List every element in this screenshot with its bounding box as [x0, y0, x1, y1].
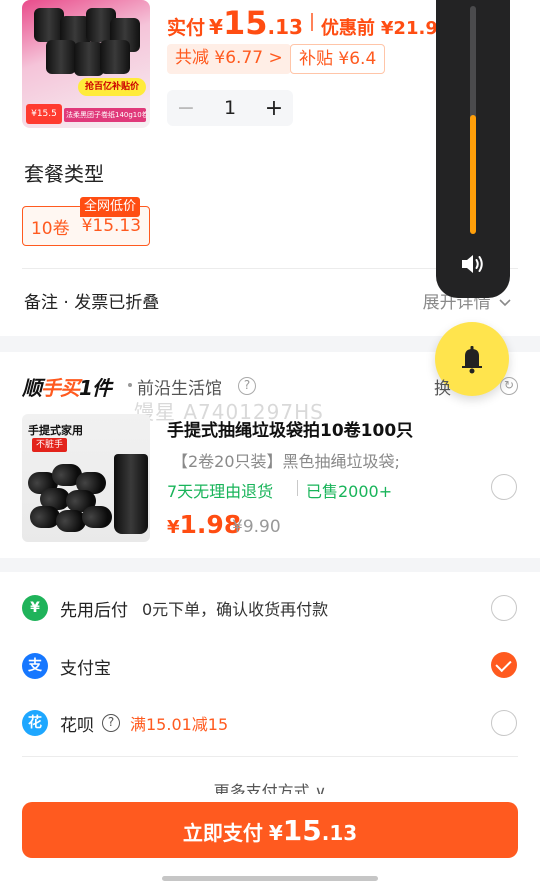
- addon-price-currency: ¥: [167, 517, 180, 538]
- pay-button-amount-int: 15: [282, 814, 322, 847]
- volume-slider[interactable]: [470, 6, 476, 234]
- swap-link[interactable]: 换: [434, 374, 451, 399]
- increase-button[interactable]: +: [255, 96, 293, 121]
- payment-label: 花呗: [60, 715, 94, 736]
- more-payment-methods[interactable]: 更多支付方式 ∨: [0, 778, 540, 794]
- payment-label: 支付宝: [60, 658, 111, 679]
- huabei-icon: 花: [22, 710, 48, 736]
- trash-bin-image: [114, 454, 148, 534]
- divider: [22, 756, 518, 757]
- divider: [297, 480, 298, 496]
- huabei-radio[interactable]: [491, 710, 517, 736]
- pay-now-button[interactable]: 立即支付 ¥ 15 .13: [22, 802, 518, 858]
- pay-later-radio[interactable]: [491, 595, 517, 621]
- swap-icon[interactable]: ↻: [500, 377, 518, 395]
- shunshoumai-logo: 顺手买1件: [22, 372, 112, 401]
- pay-button-label: 立即支付: [182, 821, 263, 845]
- product-tag-handheld: 手提式家用: [28, 424, 83, 437]
- total-discount-chip[interactable]: 共减 ¥6.77 >: [167, 44, 291, 74]
- addon-original-price: ¥9.90: [232, 517, 281, 537]
- addon-select-radio[interactable]: [491, 474, 517, 500]
- pay-button-amount-dec: .13: [321, 821, 358, 845]
- note-invoice-label: 备注 · 发票已折叠: [24, 293, 160, 313]
- package-type-title: 套餐类型: [24, 162, 104, 186]
- price-currency: ¥: [209, 15, 223, 39]
- addon-price: ¥ 1.98: [167, 510, 241, 539]
- help-icon[interactable]: ?: [102, 714, 120, 732]
- subsidy-chip: 补贴 ¥6.4: [290, 44, 386, 74]
- price-divider: [310, 13, 313, 31]
- logo-part-c: 1件: [79, 376, 112, 400]
- speaker-icon[interactable]: [459, 250, 487, 278]
- chevron-down-icon: [499, 299, 511, 307]
- logo-part-a: 顺: [22, 376, 42, 400]
- garbage-bag-product-image[interactable]: 手提式家用 不脏手: [22, 414, 150, 542]
- section-separator: [0, 558, 540, 572]
- sold-count: 已售2000+: [306, 482, 393, 501]
- dot-separator: [128, 383, 132, 387]
- volume-overlay: [436, 0, 510, 298]
- pay-button-currency: ¥: [268, 821, 283, 845]
- package-option-name: 10卷: [30, 218, 70, 239]
- package-option-price: ¥15.13: [81, 216, 142, 236]
- tissue-rolls-image: [30, 6, 142, 76]
- original-price-value: ¥21.9: [380, 18, 438, 39]
- product-tag-clean: 不脏手: [32, 438, 68, 452]
- alipay-icon: 支: [22, 653, 48, 679]
- home-indicator[interactable]: [162, 876, 378, 881]
- payment-method-alipay[interactable]: 支 支付宝: [22, 652, 111, 680]
- payment-method-pay-later[interactable]: ¥ 先用后付 0元下单，确认收货再付款: [22, 594, 328, 622]
- payment-method-huabei[interactable]: 花 花呗 ? 满15.01减15: [22, 709, 228, 737]
- huabei-promo: 满15.01减15: [130, 715, 229, 734]
- addon-product-title[interactable]: 手提式抽绳垃圾袋拍10卷100只: [167, 416, 413, 441]
- leaf-icon: ¥: [22, 595, 48, 621]
- help-icon[interactable]: ?: [238, 377, 256, 395]
- quantity-value[interactable]: 1: [205, 97, 255, 119]
- addon-product-subtitle: 【2卷20只装】黑色抽绳垃圾袋;: [172, 452, 400, 471]
- thumb-price-tag: ¥15.5: [26, 104, 62, 124]
- decrease-button[interactable]: −: [167, 96, 205, 121]
- quantity-stepper: − 1 +: [167, 90, 293, 126]
- payment-label: 先用后付: [60, 600, 128, 621]
- actual-price-label: 实付: [167, 17, 206, 39]
- price-decimal: .13: [267, 15, 303, 39]
- checkout-page: 抢百亿补贴价 ¥15.5 法柔黑团子卷纸140g10卷 实付 ¥ 15 .13 …: [0, 0, 540, 882]
- thumb-caption: 法柔黑团子卷纸140g10卷: [64, 108, 146, 122]
- volume-level: [470, 115, 476, 234]
- lowest-price-badge: 全网低价: [80, 197, 141, 217]
- logo-part-b: 手买: [41, 376, 80, 400]
- return-policy: 7天无理由退货: [167, 482, 274, 501]
- original-price-label: 优惠前: [320, 18, 375, 39]
- price-integer: 15: [222, 4, 268, 42]
- top-product-thumbnail: 抢百亿补贴价 ¥15.5 法柔黑团子卷纸140g10卷: [22, 0, 150, 128]
- actual-price-row: 实付 ¥ 15 .13 优惠前 ¥21.9: [167, 4, 438, 42]
- alipay-radio[interactable]: [491, 652, 517, 678]
- payment-description: 0元下单，确认收货再付款: [142, 600, 329, 619]
- thumb-banner: 抢百亿补贴价: [78, 78, 146, 96]
